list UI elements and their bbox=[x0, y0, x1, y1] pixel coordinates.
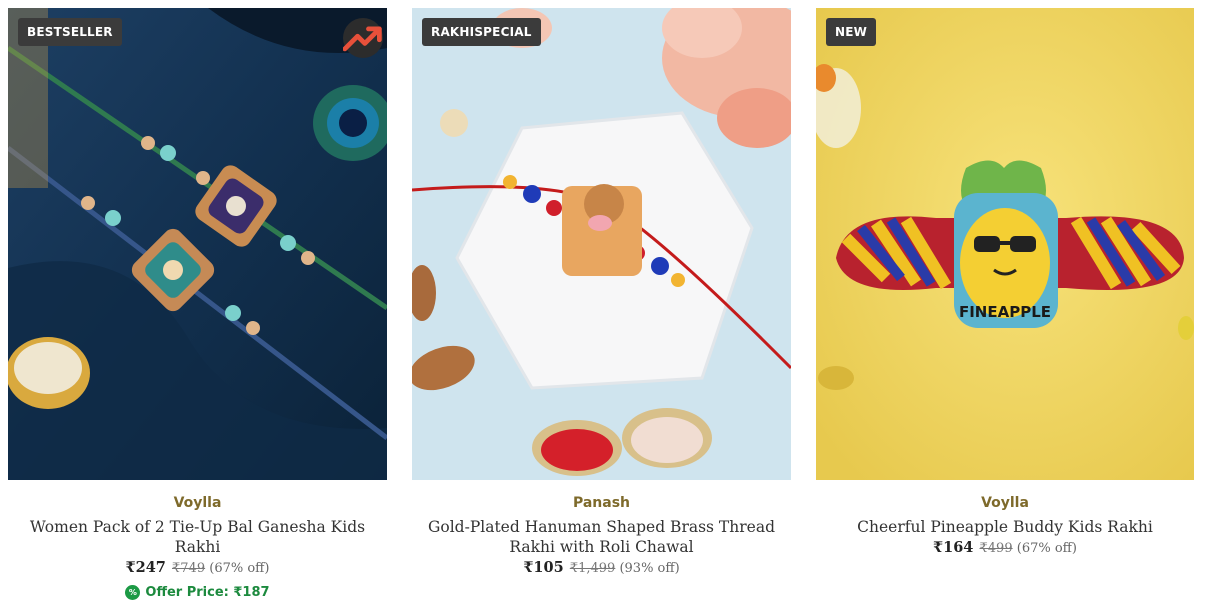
trending-up-icon[interactable] bbox=[343, 18, 383, 58]
rakhi-photo-2 bbox=[412, 8, 791, 480]
product-title[interactable]: Cheerful Pineapple Buddy Kids Rakhi bbox=[816, 517, 1194, 537]
discount-label: (93% off) bbox=[619, 561, 680, 576]
price-row: ₹105 ₹1,499 (93% off) bbox=[412, 559, 791, 576]
new-badge: NEW bbox=[826, 18, 877, 46]
rakhi-photo-3: FINEAPPLE bbox=[816, 8, 1194, 480]
original-price: ₹749 bbox=[172, 561, 206, 576]
offer-price: Offer Price: ₹187 bbox=[145, 585, 270, 600]
product-image[interactable]: FINEAPPLE NEW bbox=[816, 8, 1194, 480]
discount-label: (67% off) bbox=[1016, 541, 1077, 556]
brand-name[interactable]: Panash bbox=[412, 495, 791, 511]
product-grid: BESTSELLER Voylla Women Pack of 2 Tie-Up… bbox=[0, 0, 1207, 602]
product-image[interactable]: RAKHISPECIAL bbox=[412, 8, 791, 480]
product-image[interactable]: BESTSELLER bbox=[8, 8, 387, 480]
discount-label: (67% off) bbox=[209, 561, 270, 576]
sale-price: ₹247 bbox=[125, 559, 166, 576]
product-card[interactable]: FINEAPPLE NEW Voylla Cheerful Pineapple … bbox=[816, 8, 1194, 556]
brand-name[interactable]: Voylla bbox=[8, 495, 387, 511]
bestseller-badge: BESTSELLER bbox=[18, 18, 122, 46]
price-row: ₹247 ₹749 (67% off) bbox=[8, 559, 387, 576]
price-row: ₹164 ₹499 (67% off) bbox=[816, 539, 1194, 556]
product-title[interactable]: Women Pack of 2 Tie-Up Bal Ganesha Kids … bbox=[8, 517, 387, 557]
rakhi-photo-1 bbox=[8, 8, 387, 480]
brand-name[interactable]: Voylla bbox=[816, 495, 1194, 511]
pineapple-label: FINEAPPLE bbox=[959, 303, 1051, 321]
product-card[interactable]: BESTSELLER Voylla Women Pack of 2 Tie-Up… bbox=[8, 8, 387, 600]
product-card[interactable]: RAKHISPECIAL Panash Gold-Plated Hanuman … bbox=[412, 8, 791, 576]
sale-price: ₹164 bbox=[933, 539, 974, 556]
original-price: ₹1,499 bbox=[569, 561, 616, 576]
rakhispecial-badge: RAKHISPECIAL bbox=[422, 18, 541, 46]
offer-price-row: % Offer Price: ₹187 bbox=[8, 585, 387, 600]
product-title[interactable]: Gold-Plated Hanuman Shaped Brass Thread … bbox=[412, 517, 791, 557]
original-price: ₹499 bbox=[979, 541, 1013, 556]
discount-tag-icon: % bbox=[125, 585, 141, 600]
sale-price: ₹105 bbox=[523, 559, 564, 576]
